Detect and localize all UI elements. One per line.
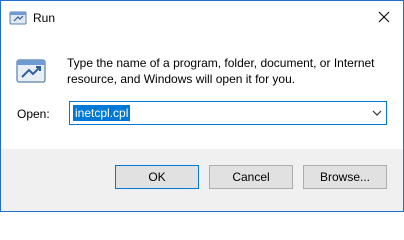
window-title: Run xyxy=(33,11,56,25)
browse-button-label: Browse... xyxy=(319,170,370,184)
browse-button[interactable]: Browse... xyxy=(303,165,387,189)
close-icon xyxy=(378,11,390,23)
dialog-content: Type the name of a program, folder, docu… xyxy=(1,35,403,149)
open-input[interactable]: inetcpl.cpl xyxy=(73,105,131,121)
run-icon xyxy=(9,11,27,25)
ok-button[interactable]: OK xyxy=(115,165,199,189)
cancel-button[interactable]: Cancel xyxy=(209,165,293,189)
run-dialog-icon xyxy=(16,59,46,83)
open-label-text: Open: xyxy=(17,107,50,121)
chevron-down-icon[interactable] xyxy=(372,108,382,118)
open-combobox[interactable]: inetcpl.cpl xyxy=(69,101,387,125)
dialog-footer: OK Cancel Browse... xyxy=(1,149,403,211)
dialog-description: Type the name of a program, folder, docu… xyxy=(67,56,375,86)
title-bar: Run xyxy=(1,1,403,35)
close-button[interactable] xyxy=(369,3,399,31)
ok-button-label: OK xyxy=(148,170,166,184)
run-dialog: Run Type the name of a program, folder, … xyxy=(0,0,404,212)
cancel-button-label: Cancel xyxy=(232,170,270,184)
open-label: Open: xyxy=(17,107,50,121)
